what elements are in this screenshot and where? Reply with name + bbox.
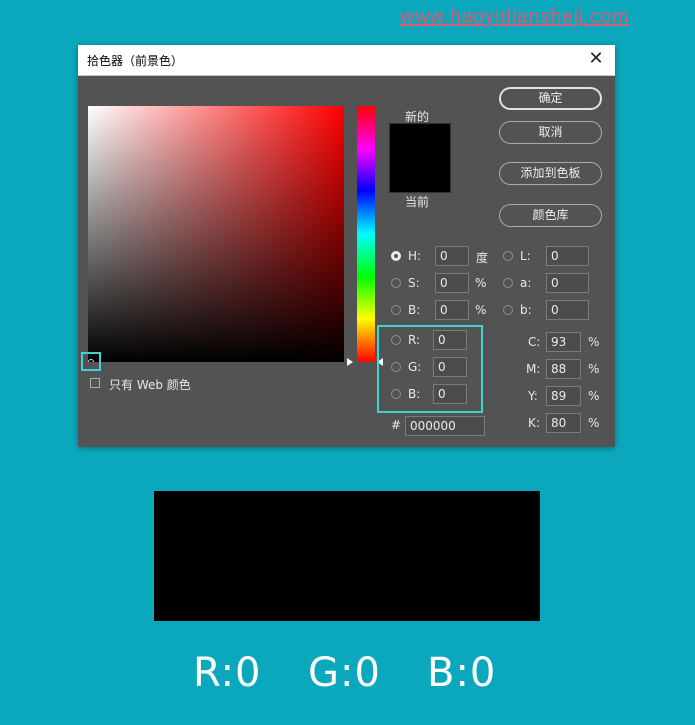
r-radio[interactable]: [391, 335, 401, 345]
color-picker-dialog: 拾色器（前景色） ✕ 新的 当前 确定 取消 添加到色板 颜色库 H: 0 度 …: [78, 45, 615, 447]
s-radio[interactable]: [391, 278, 401, 288]
m-label: M:: [526, 362, 541, 376]
hsb-b-radio[interactable]: [391, 305, 401, 315]
rgb-b-input[interactable]: 0: [433, 384, 467, 404]
hsb-b-label: B:: [408, 303, 421, 317]
h-radio[interactable]: [391, 251, 401, 261]
web-colors-only-label: 只有 Web 颜色: [109, 378, 191, 392]
r-label: R:: [408, 333, 421, 347]
watermark-url: www.haoyidiansheji.com: [400, 6, 629, 28]
hue-slider-left-arrow-icon[interactable]: [347, 358, 353, 366]
color-swatch-new-current: [389, 123, 451, 193]
rgb-b-label: B:: [408, 387, 421, 401]
c-label: C:: [528, 335, 541, 349]
dialog-title: 拾色器（前景色）: [87, 54, 184, 68]
current-color-label: 当前: [405, 195, 430, 209]
lab-b-input[interactable]: 0: [546, 300, 589, 320]
close-icon[interactable]: ✕: [585, 48, 607, 70]
g-input[interactable]: 0: [433, 357, 467, 377]
h-input[interactable]: 0: [435, 246, 469, 266]
k-unit: %: [588, 416, 600, 430]
hex-input[interactable]: 000000: [405, 416, 485, 436]
l-label: L:: [520, 249, 531, 263]
a-radio[interactable]: [503, 278, 513, 288]
a-input[interactable]: 0: [546, 273, 589, 293]
y-label: Y:: [528, 389, 538, 403]
s-unit: %: [475, 276, 487, 290]
h-unit: 度: [476, 251, 489, 265]
c-input[interactable]: 93: [546, 332, 581, 352]
add-to-swatches-button[interactable]: 添加到色板: [499, 162, 602, 185]
hsb-b-unit: %: [475, 303, 487, 317]
color-preview-block: [154, 491, 540, 621]
hex-label: #: [391, 418, 402, 432]
ok-button[interactable]: 确定: [499, 87, 602, 110]
color-field[interactable]: [88, 106, 344, 362]
rgb-b-radio[interactable]: [391, 389, 401, 399]
h-label: H:: [408, 249, 422, 263]
lab-b-radio[interactable]: [503, 305, 513, 315]
picker-circle-icon[interactable]: [88, 359, 94, 362]
s-input[interactable]: 0: [435, 273, 469, 293]
caption-g-value: G:0: [308, 650, 381, 696]
l-input[interactable]: 0: [546, 246, 589, 266]
m-unit: %: [588, 362, 600, 376]
caption-r-value: R:0: [193, 650, 262, 696]
g-radio[interactable]: [391, 362, 401, 372]
y-input[interactable]: 89: [546, 386, 581, 406]
g-label: G:: [408, 360, 422, 374]
y-unit: %: [588, 389, 600, 403]
a-label: a:: [520, 276, 532, 290]
r-input[interactable]: 0: [433, 330, 467, 350]
hsb-b-input[interactable]: 0: [435, 300, 469, 320]
s-label: S:: [408, 276, 420, 290]
lab-b-label: b:: [520, 303, 532, 317]
l-radio[interactable]: [503, 251, 513, 261]
m-input[interactable]: 88: [546, 359, 581, 379]
web-colors-only-checkbox[interactable]: [90, 378, 100, 388]
c-unit: %: [588, 335, 600, 349]
cancel-button[interactable]: 取消: [499, 121, 602, 144]
title-bar: 拾色器（前景色） ✕: [78, 45, 615, 76]
k-input[interactable]: 80: [546, 413, 581, 433]
color-libraries-button[interactable]: 颜色库: [499, 204, 602, 227]
k-label: K:: [528, 416, 540, 430]
color-field-marker-highlight: [81, 352, 101, 371]
hue-slider[interactable]: [357, 106, 375, 362]
caption-b-value: B:0: [427, 650, 497, 696]
